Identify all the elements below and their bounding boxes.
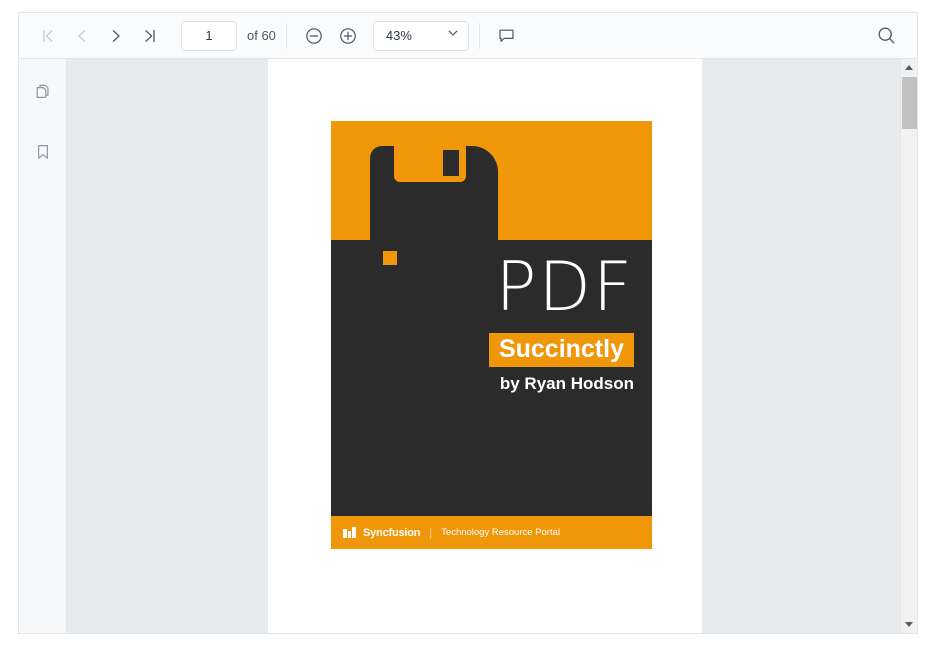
brand-tagline: Technology Resource Portal: [441, 527, 560, 538]
vertical-scrollbar[interactable]: [900, 59, 917, 633]
zoom-out-button[interactable]: [297, 20, 331, 52]
zoom-group: 43%: [297, 20, 469, 52]
cover-subtitle: Succinctly: [488, 332, 634, 367]
last-page-button[interactable]: [133, 20, 167, 52]
first-page-icon: [39, 27, 57, 45]
first-page-button[interactable]: [31, 20, 65, 52]
cover-brand-footer: Syncfusion | Technology Resource Portal: [331, 516, 652, 549]
brand-divider: |: [429, 526, 433, 539]
cover-title: PDF: [495, 248, 634, 327]
zoom-out-icon: [304, 26, 324, 46]
pdf-page-1: PDF Succinctly by Ryan Hodson Syncfusion…: [268, 59, 702, 633]
next-page-button[interactable]: [99, 20, 133, 52]
scroll-up-icon: [905, 65, 913, 70]
viewer-body: PDF Succinctly by Ryan Hodson Syncfusion…: [19, 59, 917, 633]
previous-page-icon: [73, 27, 91, 45]
page-thumbnails-icon: [33, 82, 53, 105]
sidebar-item-page-thumbnails[interactable]: [27, 77, 59, 109]
last-page-icon: [141, 27, 159, 45]
page-navigation-group: [31, 20, 167, 52]
chevron-down-icon: [446, 26, 460, 45]
page-number-input[interactable]: [181, 20, 237, 51]
scroll-down-button[interactable]: [901, 616, 918, 633]
syncfusion-logo-icon: [343, 527, 356, 538]
page-total-label: of 60: [247, 28, 276, 43]
pdf-viewer: of 60 43%: [18, 12, 918, 634]
toolbar-divider-2: [478, 22, 480, 49]
sidebar-panel: [19, 59, 67, 633]
bookmark-icon: [33, 142, 53, 165]
brand-name: Syncfusion: [363, 526, 421, 539]
zoom-in-icon: [338, 26, 358, 46]
pdf-toolbar: of 60 43%: [19, 13, 917, 59]
scrollbar-thumb[interactable]: [902, 77, 917, 129]
comment-button[interactable]: [490, 20, 524, 52]
comment-icon: [497, 26, 516, 45]
next-page-icon: [107, 27, 125, 45]
scroll-down-icon: [905, 622, 913, 627]
cover-title-block: PDF Succinctly by Ryan Hodson: [384, 248, 634, 394]
book-cover: PDF Succinctly by Ryan Hodson Syncfusion…: [331, 121, 652, 549]
search-button[interactable]: [869, 20, 903, 52]
zoom-in-button[interactable]: [331, 20, 365, 52]
cover-author: by Ryan Hodson: [499, 373, 634, 393]
search-icon: [876, 25, 897, 46]
sidebar-item-bookmarks[interactable]: [27, 137, 59, 169]
toolbar-divider-1: [285, 22, 287, 49]
previous-page-button[interactable]: [65, 20, 99, 52]
zoom-level-select[interactable]: 43%: [372, 20, 469, 51]
scroll-up-button[interactable]: [901, 59, 918, 76]
document-page-area[interactable]: PDF Succinctly by Ryan Hodson Syncfusion…: [67, 59, 900, 633]
zoom-level-value: 43%: [385, 28, 412, 43]
